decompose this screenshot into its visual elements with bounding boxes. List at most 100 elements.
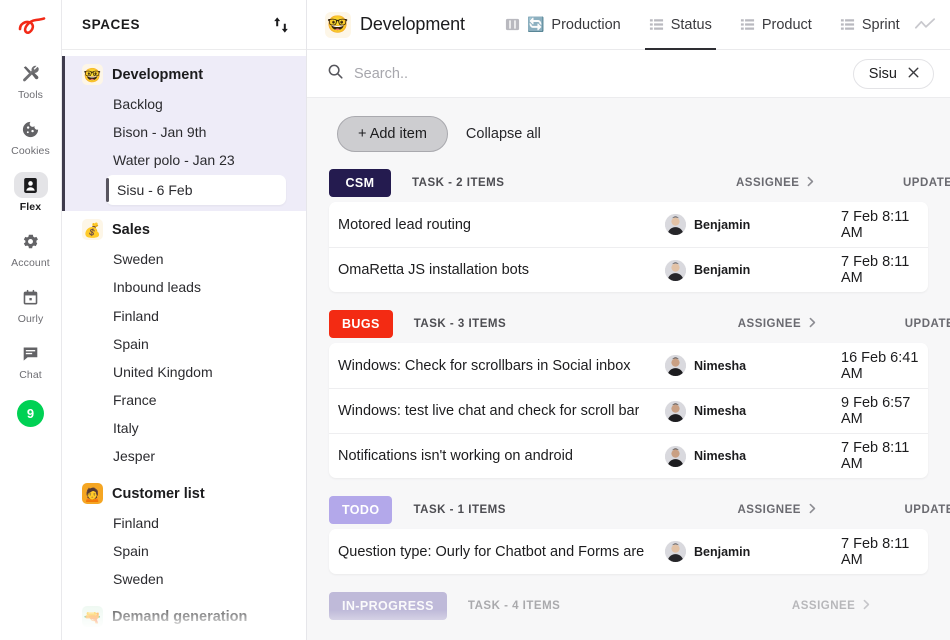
sort-up-down-icon[interactable] bbox=[272, 15, 290, 35]
task-rows: Question type: Ourly for Chatbot and For… bbox=[329, 529, 928, 574]
filter-chip-label: Sisu bbox=[868, 65, 897, 82]
filter-chip-sisu[interactable]: Sisu bbox=[852, 58, 934, 89]
spaces-sidebar: SPACES 🤓 Development Backlog Bison - Jan 9t… bbox=[62, 0, 307, 640]
sidebar-item-italy[interactable]: Italy bbox=[62, 414, 306, 442]
brand-loop-logo[interactable] bbox=[8, 8, 54, 46]
task-assignee[interactable]: Benjamin bbox=[665, 541, 750, 562]
table-row[interactable]: Windows: test live chat and check for sc… bbox=[329, 388, 928, 433]
rail-item-ourly[interactable]: Ourly bbox=[4, 284, 58, 325]
sidebar-group-header[interactable]: 💰 Sales bbox=[62, 214, 306, 245]
column-label-updated: UPDATED bbox=[903, 177, 950, 189]
task-assignee[interactable]: Benjamin bbox=[665, 259, 750, 281]
search-icon bbox=[327, 63, 344, 85]
assignee-name: Nimesha bbox=[694, 358, 747, 373]
task-group-header: CSM TASK - 2 ITEMS ASSIGNEE UPDATED bbox=[329, 168, 950, 198]
spaces-list[interactable]: 🤓 Development Backlog Bison - Jan 9th Water … bbox=[62, 50, 306, 640]
status-badge[interactable]: CSM bbox=[329, 169, 391, 197]
column-header-updated[interactable]: UPDATED bbox=[903, 176, 950, 190]
collapse-all-button[interactable]: Collapse all bbox=[466, 126, 541, 142]
status-badge[interactable]: TODO bbox=[329, 496, 393, 524]
column-header-updated[interactable]: UPDATED bbox=[904, 503, 950, 517]
avatar bbox=[665, 355, 686, 376]
cookie-icon bbox=[14, 116, 48, 142]
table-row[interactable]: Windows: Check for scrollbars in Social … bbox=[329, 343, 928, 388]
column-header-assignee[interactable]: ASSIGNEE bbox=[792, 599, 871, 613]
sidebar-item-spain[interactable]: Spain bbox=[62, 537, 306, 565]
sidebar-item-finland[interactable]: Finland bbox=[62, 302, 306, 330]
chevron-right-icon bbox=[806, 176, 815, 190]
tab-product[interactable]: Product bbox=[726, 0, 826, 50]
sidebar-item-sisu-6-feb[interactable]: Sisu - 6 Feb bbox=[106, 175, 286, 206]
task-assignee[interactable]: Nimesha bbox=[665, 355, 746, 376]
sidebar-group-development: 🤓 Development Backlog Bison - Jan 9th Water … bbox=[62, 56, 306, 212]
table-row[interactable]: Question type: Ourly for Chatbot and For… bbox=[329, 529, 928, 574]
column-header-assignee[interactable]: ASSIGNEE bbox=[736, 176, 815, 190]
task-assignee[interactable]: Benjamin bbox=[665, 214, 750, 235]
tools-icon bbox=[14, 60, 48, 86]
rail-label-chat: Chat bbox=[19, 369, 42, 381]
task-board: + Add item Collapse all CSM TASK - 2 ITEM… bbox=[307, 98, 950, 640]
task-group-in-progress: IN-PROGRESSTASK - 4 ITEMSASSIGNEEUPDATED bbox=[329, 591, 928, 621]
rail-item-tools[interactable]: Tools bbox=[4, 60, 58, 101]
task-group-header: TODO TASK - 1 ITEMS ASSIGNEE UPDATED bbox=[329, 495, 950, 525]
chevron-right-icon bbox=[808, 503, 817, 517]
column-header-assignee[interactable]: ASSIGNEE bbox=[738, 317, 817, 331]
sidebar-group-sales: 💰 Sales Sweden Inbound leads Finland Spain Uni… bbox=[62, 211, 306, 475]
notification-badge[interactable]: 9 bbox=[17, 400, 44, 427]
group-item-count: TASK - 1 ITEMS bbox=[413, 504, 506, 516]
rail-label-tools: Tools bbox=[17, 89, 43, 101]
table-row[interactable]: OmaRetta JS installation bots Benjamin 7 F… bbox=[329, 247, 928, 292]
sidebar-group-header[interactable]: 🤓 Development bbox=[62, 59, 306, 90]
group-emoji-icon: 🔫 bbox=[82, 606, 103, 628]
task-title: Windows: test live chat and check for sc… bbox=[338, 403, 640, 419]
trend-line-icon[interactable] bbox=[914, 16, 942, 34]
rail-label-account: Account bbox=[11, 257, 50, 269]
board-title[interactable]: 🤓 Development bbox=[325, 11, 465, 38]
board-topbar: 🤓 Development 🔄 Production Status Product Sp… bbox=[307, 0, 950, 50]
search-input[interactable] bbox=[354, 65, 614, 82]
sidebar-group-header[interactable]: 🙍 Customer list bbox=[62, 478, 306, 509]
rail-item-account[interactable]: Account bbox=[4, 228, 58, 269]
rail-item-flex[interactable]: Flex bbox=[4, 172, 58, 213]
sidebar-item-inbound-leads[interactable]: Inbound leads bbox=[62, 273, 306, 301]
task-assignee[interactable]: Nimesha bbox=[665, 445, 746, 467]
status-badge[interactable]: IN-PROGRESS bbox=[329, 592, 447, 620]
sidebar-item-bison-jan-9th[interactable]: Bison - Jan 9th bbox=[62, 118, 306, 146]
task-assignee[interactable]: Nimesha bbox=[665, 400, 746, 422]
sidebar-item-spain[interactable]: Spain bbox=[62, 330, 306, 358]
task-title: Windows: Check for scrollbars in Social … bbox=[338, 357, 631, 374]
table-row[interactable]: Notifications isn't working on android Ni… bbox=[329, 433, 928, 478]
task-updated: 7 Feb 8:11 AM bbox=[841, 208, 910, 241]
close-icon[interactable] bbox=[907, 66, 920, 81]
list-rows-icon bbox=[649, 17, 664, 32]
sidebar-group-header[interactable]: 🔫 Demand generation bbox=[62, 601, 306, 632]
group-header-columns: TASK - 4 ITEMSASSIGNEEUPDATED bbox=[447, 591, 928, 621]
column-header-updated[interactable]: UPDATED bbox=[905, 317, 950, 331]
sidebar-item-united-kingdom[interactable]: United Kingdom bbox=[62, 358, 306, 386]
rail-label-cookies: Cookies bbox=[11, 145, 50, 157]
tab-status-emoji: 🔄 bbox=[526, 16, 545, 32]
tab-status[interactable]: Status bbox=[635, 0, 726, 50]
status-badge[interactable]: BUGS bbox=[329, 310, 393, 338]
sidebar-item-sweden[interactable]: Sweden bbox=[62, 565, 306, 593]
sidebar-item-sweden[interactable]: Sweden bbox=[62, 245, 306, 273]
tab-sprint[interactable]: Sprint bbox=[826, 0, 914, 50]
column-header-assignee[interactable]: ASSIGNEE bbox=[737, 503, 816, 517]
tab-production[interactable]: 🔄 Production bbox=[491, 0, 635, 50]
sidebar-item-finland[interactable]: Finland bbox=[62, 509, 306, 537]
add-item-button[interactable]: + Add item bbox=[337, 116, 448, 152]
board-columns-icon bbox=[505, 17, 520, 32]
sidebar-item-france[interactable]: France bbox=[62, 386, 306, 414]
group-header-columns: TASK - 3 ITEMS ASSIGNEE UPDATED bbox=[393, 309, 950, 339]
task-title: OmaRetta JS installation bots bbox=[338, 262, 530, 278]
rail-item-cookies[interactable]: Cookies bbox=[4, 116, 58, 157]
table-row[interactable]: Motored lead routing Benjamin 7 Feb 8:11 A… bbox=[329, 202, 928, 247]
sidebar-item-water-polo-jan-23[interactable]: Water polo - Jan 23 bbox=[62, 146, 306, 174]
sidebar-item-sprint-1[interactable]: Sprint 1 bbox=[62, 632, 306, 640]
sidebar-item-backlog[interactable]: Backlog bbox=[62, 90, 306, 118]
sidebar-item-jesper[interactable]: Jesper bbox=[62, 442, 306, 470]
task-group-header: BUGS TASK - 3 ITEMS ASSIGNEE UPDATED bbox=[329, 309, 950, 339]
chevron-right-icon bbox=[808, 317, 817, 331]
task-title: Motored lead routing bbox=[338, 216, 471, 233]
rail-item-chat[interactable]: Chat bbox=[4, 340, 58, 381]
